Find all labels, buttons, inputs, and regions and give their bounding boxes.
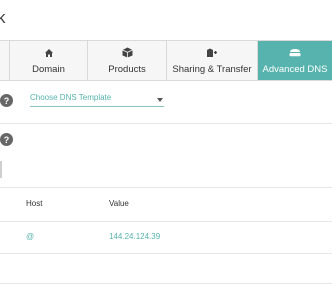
help-icon[interactable]: ? <box>0 133 13 146</box>
help-icon[interactable]: ? <box>0 94 13 107</box>
tab-sharing-transfer-label: Sharing & Transfer <box>172 63 252 75</box>
column-header-value: Value <box>109 199 129 208</box>
page-title: k <box>0 8 6 27</box>
tab-domain[interactable]: Domain <box>10 41 88 80</box>
dns-template-value: Choose DNS Template <box>30 93 112 102</box>
column-header-host: Host <box>26 199 43 208</box>
tab-products[interactable]: Products <box>88 41 167 80</box>
tab-advanced-dns[interactable]: Advanced DNS <box>258 41 332 80</box>
server-icon <box>289 47 301 59</box>
tab-products-label: Products <box>108 63 146 75</box>
record-host[interactable]: @ <box>26 232 34 241</box>
home-icon <box>44 47 54 59</box>
divider <box>0 221 332 222</box>
divider <box>0 253 332 254</box>
divider <box>0 123 332 124</box>
domain-tabs: Domain Products Sharing & Transfer Advan… <box>0 40 332 81</box>
tab-advanced-dns-label: Advanced DNS <box>262 63 328 75</box>
user-share-icon <box>206 47 219 59</box>
tab-sharing-transfer[interactable]: Sharing & Transfer <box>167 41 258 80</box>
scroll-handle[interactable] <box>0 161 2 178</box>
box-icon <box>121 47 133 59</box>
record-value[interactable]: 144.24.124.39 <box>109 232 160 241</box>
chevron-down-icon <box>157 98 163 102</box>
divider <box>0 283 332 284</box>
tab-domain-label: Domain <box>32 63 65 75</box>
dns-template-select[interactable]: Choose DNS Template <box>30 93 164 107</box>
divider <box>0 187 332 188</box>
tab-overflow[interactable] <box>0 41 10 80</box>
